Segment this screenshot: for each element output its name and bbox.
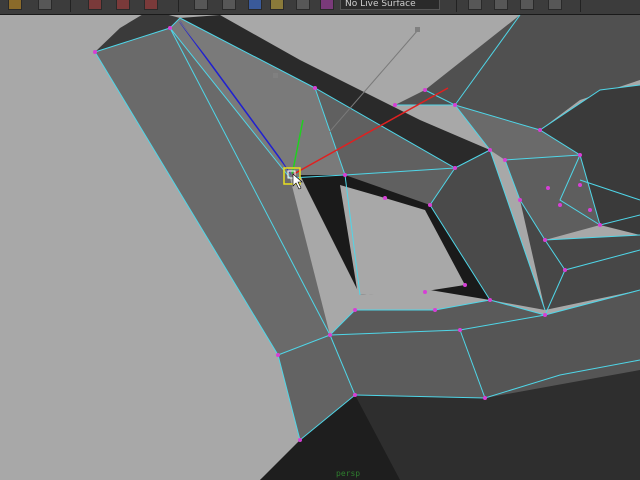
select-remove-icon[interactable] xyxy=(144,0,158,10)
grid-icon[interactable] xyxy=(194,0,208,10)
mesh-display-icon[interactable] xyxy=(296,0,310,10)
save-icon[interactable] xyxy=(38,0,52,10)
folder-open-icon[interactable] xyxy=(8,0,22,10)
mesh-icon[interactable] xyxy=(270,0,284,10)
guide-handle[interactable] xyxy=(415,27,420,32)
pin-icon[interactable] xyxy=(320,0,334,10)
render-frame-icon[interactable] xyxy=(494,0,508,10)
guide-handle[interactable] xyxy=(273,73,278,78)
mesh-canvas[interactable] xyxy=(0,0,640,480)
select-add-icon[interactable] xyxy=(116,0,130,10)
live-surface-dropdown[interactable]: No Live Surface xyxy=(340,0,440,10)
mesh-face xyxy=(330,330,485,398)
camera-icon[interactable] xyxy=(520,0,534,10)
snap-icon[interactable] xyxy=(222,0,236,10)
settings-icon[interactable] xyxy=(548,0,562,10)
viewport-toolbar: No Live Surface xyxy=(0,0,640,15)
toolbar-divider xyxy=(580,0,581,12)
render-icon[interactable] xyxy=(468,0,482,10)
toolbar-divider xyxy=(456,0,457,12)
viewport-status-label: persp xyxy=(336,469,361,478)
sphere-icon[interactable] xyxy=(248,0,262,10)
select-red-icon[interactable] xyxy=(88,0,102,10)
3d-viewport[interactable]: persp xyxy=(0,10,640,480)
toolbar-divider xyxy=(178,0,179,12)
toolbar-divider xyxy=(70,0,71,12)
